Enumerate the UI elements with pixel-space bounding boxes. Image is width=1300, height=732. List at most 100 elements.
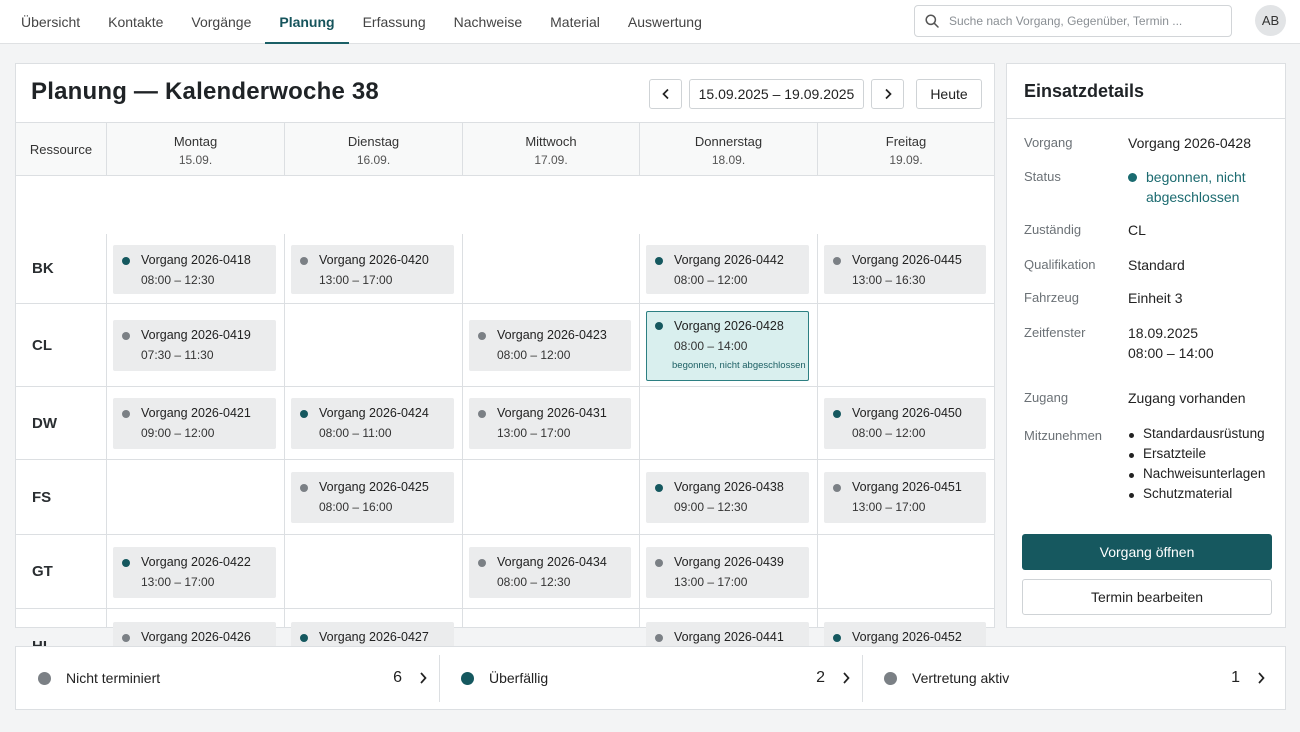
appointment-card-selected[interactable]: Vorgang 2026-0428 08:00 – 14:00 begonnen, … bbox=[646, 311, 809, 381]
resource-label: CL bbox=[32, 336, 52, 354]
summary-label: Nicht terminiert bbox=[66, 670, 161, 686]
appointment-card[interactable]: Vorgang 2026-0431 13:00 – 17:00 bbox=[469, 398, 631, 449]
status-dot bbox=[122, 559, 130, 567]
search-icon bbox=[925, 14, 939, 28]
appointment-card[interactable]: Vorgang 2026-0421 09:00 – 12:00 bbox=[113, 398, 276, 449]
nav-tab-kontakte[interactable]: Kontakte bbox=[94, 0, 177, 44]
search-input[interactable] bbox=[949, 7, 1225, 35]
status-dot bbox=[122, 332, 130, 340]
day-date: 15.09. bbox=[178, 153, 213, 167]
zustaendig-label: Zuständig bbox=[1024, 222, 1082, 237]
search-box[interactable] bbox=[914, 5, 1232, 37]
summary-label: Vertretung aktiv bbox=[912, 670, 1010, 686]
appointment-time: 13:00 – 17:00 bbox=[674, 575, 748, 589]
summary-item-überfällig[interactable]: Überfällig 2 bbox=[439, 647, 862, 709]
appointment-time: 08:00 – 12:00 bbox=[852, 426, 926, 440]
summary-count: 2 bbox=[816, 669, 825, 686]
resource-label: BK bbox=[32, 260, 54, 277]
appointment-card[interactable]: Vorgang 2026-0442 08:00 – 12:00 bbox=[646, 245, 809, 294]
appointment-card[interactable]: Vorgang 2026-0423 08:00 – 12:00 bbox=[469, 320, 631, 371]
mitnehmen-label: Mitzunehmen bbox=[1024, 428, 1103, 443]
qualifikation-label: Qualifikation bbox=[1024, 257, 1096, 272]
appointment-card[interactable]: Vorgang 2026-0445 13:00 – 16:30 bbox=[824, 245, 986, 294]
appointment-time: 08:00 – 16:00 bbox=[319, 500, 393, 514]
appointment-title: Vorgang 2026-0422 bbox=[141, 555, 251, 569]
status-dot bbox=[478, 410, 486, 418]
nav-tab-übersicht[interactable]: Übersicht bbox=[7, 0, 94, 44]
zugang-value: Zugang vorhanden bbox=[1128, 390, 1246, 406]
chevron-right-icon bbox=[1258, 672, 1265, 684]
date-range-field[interactable]: 15.09.2025 – 19.09.2025 bbox=[689, 79, 864, 109]
status-value-line-1: begonnen, nicht bbox=[1146, 169, 1246, 185]
vorgang-label: Vorgang bbox=[1024, 135, 1073, 150]
resource-label: FS bbox=[32, 488, 52, 506]
day-name: Donnerstag bbox=[694, 134, 763, 149]
mitnehmen-item: Standardausrüstung bbox=[1128, 426, 1265, 446]
previous-week-button[interactable] bbox=[649, 79, 682, 109]
mitnehmen-list: Standardausrüstung Ersatzteile Nachweisunt… bbox=[1128, 426, 1265, 506]
appointment-time: 13:00 – 17:00 bbox=[852, 500, 926, 514]
appointment-title: Vorgang 2026-0452 bbox=[852, 630, 962, 644]
appointment-time: 13:00 – 16:30 bbox=[852, 273, 926, 287]
appointment-card[interactable]: Vorgang 2026-0418 08:00 – 12:30 bbox=[113, 245, 276, 294]
summary-status-dot bbox=[461, 672, 474, 685]
appointment-card[interactable]: Vorgang 2026-0439 13:00 – 17:00 bbox=[646, 547, 809, 598]
nav-tab-material[interactable]: Material bbox=[536, 0, 614, 44]
status-value: begonnen, nicht abgeschlossen bbox=[1146, 167, 1246, 207]
details-title: Einsatzdetails bbox=[1024, 81, 1145, 101]
appointment-card[interactable]: Vorgang 2026-0434 08:00 – 12:30 bbox=[469, 547, 631, 598]
appointment-time: 13:00 – 17:00 bbox=[141, 575, 215, 589]
appointment-card[interactable]: Vorgang 2026-0425 08:00 – 16:00 bbox=[291, 472, 454, 523]
nav-tab-nachweise[interactable]: Nachweise bbox=[440, 0, 536, 44]
status-indicator bbox=[1128, 173, 1137, 182]
user-avatar[interactable]: AB bbox=[1255, 5, 1286, 36]
appointment-card[interactable]: Vorgang 2026-0438 09:00 – 12:30 bbox=[646, 472, 809, 523]
today-button[interactable]: Heute bbox=[916, 79, 982, 109]
appointment-card[interactable]: Vorgang 2026-0451 13:00 – 17:00 bbox=[824, 472, 986, 523]
appointment-time: 09:00 – 12:30 bbox=[674, 500, 748, 514]
status-dot bbox=[833, 634, 841, 642]
appointment-card[interactable]: Vorgang 2026-0420 13:00 – 17:00 bbox=[291, 245, 454, 294]
resource-row-gt: GT Vorgang 2026-0422 13:00 – 17:00 Vorgang … bbox=[16, 535, 994, 609]
status-dot bbox=[655, 634, 663, 642]
chevron-right-icon bbox=[843, 672, 850, 684]
next-week-button[interactable] bbox=[871, 79, 904, 109]
nav-tab-planung[interactable]: Planung bbox=[265, 0, 349, 44]
status-dot bbox=[300, 484, 308, 492]
appointment-title: Vorgang 2026-0420 bbox=[319, 253, 429, 267]
day-name: Dienstag bbox=[347, 134, 400, 149]
day-date: 18.09. bbox=[711, 153, 746, 167]
appointment-card[interactable]: Vorgang 2026-0419 07:30 – 11:30 bbox=[113, 320, 276, 371]
summary-item-vertretung-aktiv[interactable]: Vertretung aktiv 1 bbox=[862, 647, 1285, 709]
top-bar: Übersicht Kontakte Vorgänge Planung Erfassun… bbox=[0, 0, 1300, 44]
appointment-title: Vorgang 2026-0423 bbox=[497, 328, 607, 342]
appointment-card[interactable]: Vorgang 2026-0422 13:00 – 17:00 bbox=[113, 547, 276, 598]
zeitfenster-label: Zeitfenster bbox=[1024, 325, 1086, 340]
appointment-time: 08:00 – 12:00 bbox=[497, 348, 571, 362]
status-dot bbox=[655, 257, 663, 265]
qualifikation-value: Standard bbox=[1128, 257, 1185, 273]
day-header-freitag: Freitag 19.09. bbox=[817, 123, 994, 176]
appointment-title: Vorgang 2026-0450 bbox=[852, 406, 962, 420]
chevron-right-icon bbox=[420, 672, 427, 684]
nav-tab-vorgänge[interactable]: Vorgänge bbox=[177, 0, 265, 44]
status-dot bbox=[300, 634, 308, 642]
nav-tab-auswertung[interactable]: Auswertung bbox=[614, 0, 716, 44]
appointment-card[interactable]: Vorgang 2026-0424 08:00 – 11:00 bbox=[291, 398, 454, 449]
appointment-card[interactable]: Vorgang 2026-0450 08:00 – 12:00 bbox=[824, 398, 986, 449]
main-navigation: Übersicht Kontakte Vorgänge Planung Erfassun… bbox=[7, 0, 716, 44]
status-dot bbox=[122, 257, 130, 265]
appointment-time: 08:00 – 12:30 bbox=[497, 575, 571, 589]
day-date: 16.09. bbox=[356, 153, 391, 167]
summary-item-nicht-terminiert[interactable]: Nicht terminiert 6 bbox=[16, 647, 439, 709]
open-vorgang-button[interactable]: Vorgang öffnen bbox=[1022, 534, 1272, 570]
appointment-title: Vorgang 2026-0427 bbox=[319, 630, 429, 644]
resource-row-bk: BK Vorgang 2026-0418 08:00 – 12:30 Vorgang … bbox=[16, 234, 994, 304]
day-name: Mittwoch bbox=[525, 134, 577, 149]
nav-tab-erfassung[interactable]: Erfassung bbox=[349, 0, 440, 44]
resource-row-fs: FS Vorgang 2026-0425 08:00 – 16:00 Vorgang … bbox=[16, 460, 994, 535]
appointment-title: Vorgang 2026-0442 bbox=[674, 253, 784, 267]
mitnehmen-item: Schutzmaterial bbox=[1128, 486, 1265, 506]
appointment-title: Vorgang 2026-0425 bbox=[319, 480, 429, 494]
edit-appointment-button[interactable]: Termin bearbeiten bbox=[1022, 579, 1272, 615]
